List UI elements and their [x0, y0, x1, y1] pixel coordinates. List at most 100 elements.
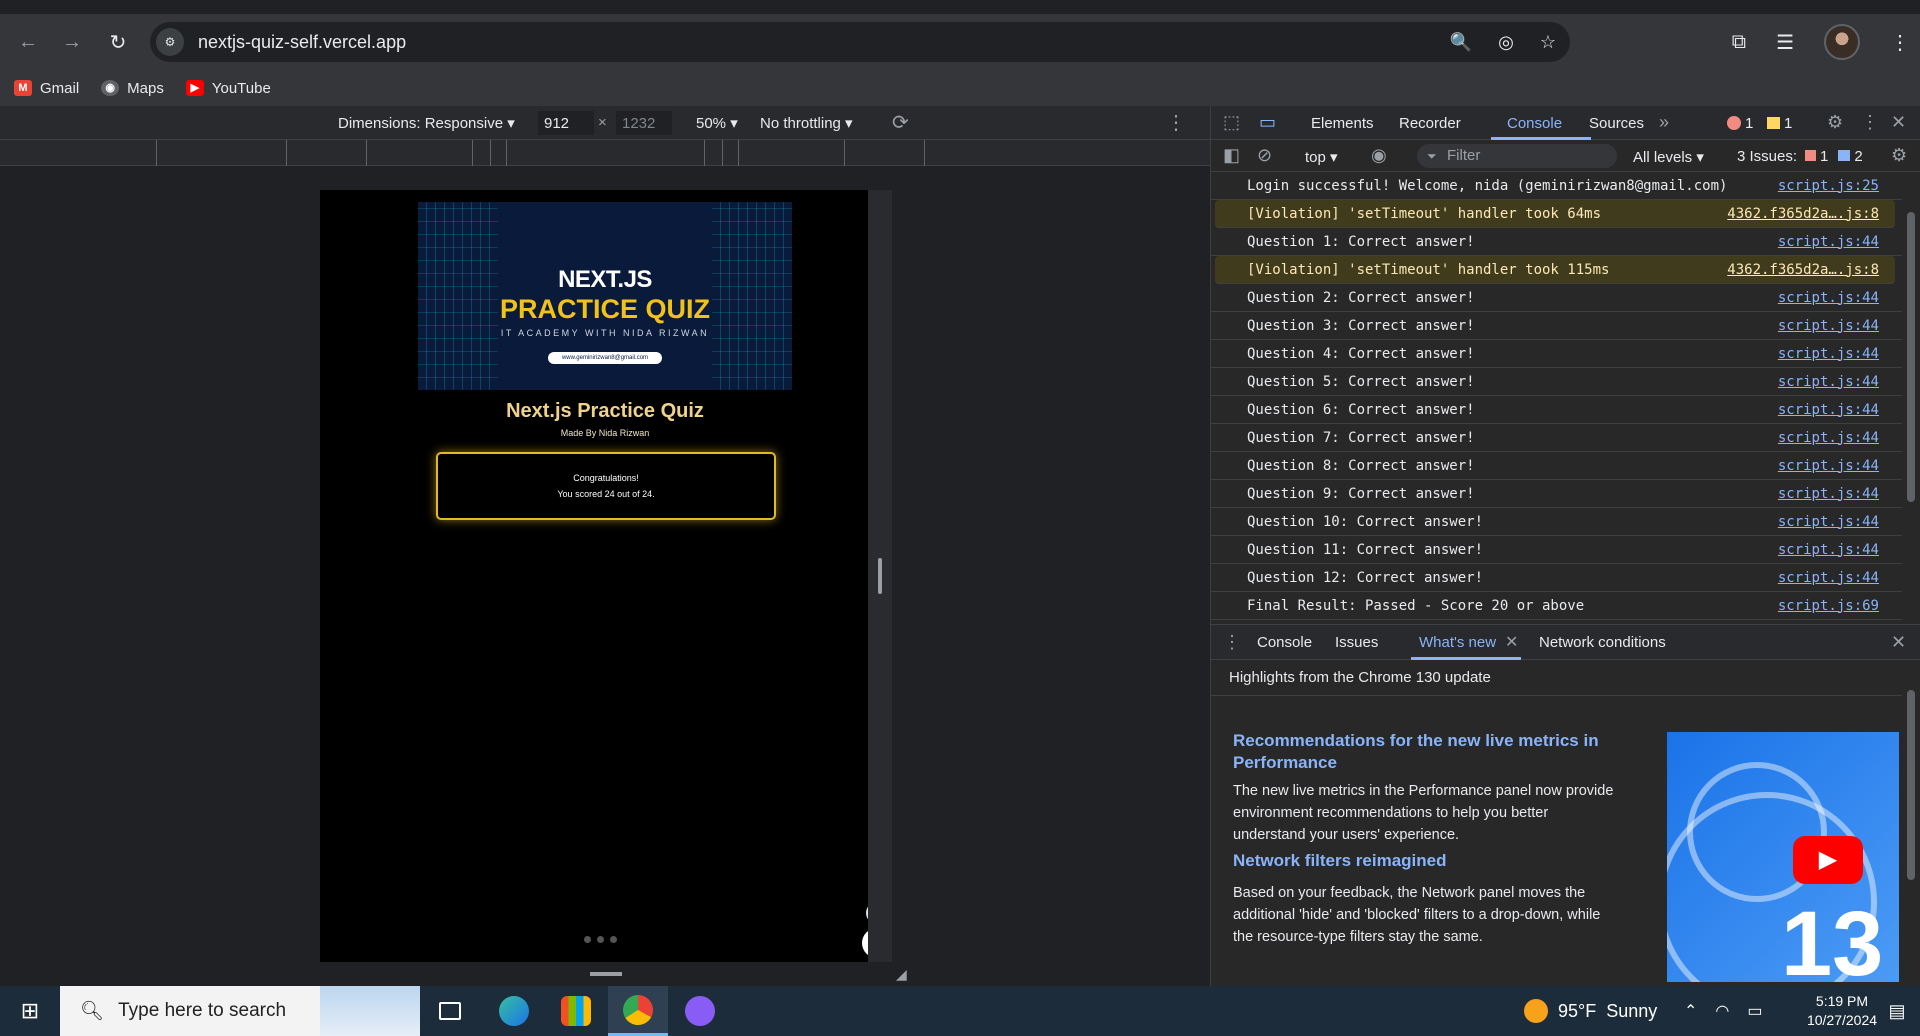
- console-log-row: Question 2: Correct answer! script.js:44: [1211, 284, 1903, 312]
- error-counter[interactable]: 1: [1727, 115, 1753, 132]
- bookmark-star-icon[interactable]: ☆: [1540, 32, 1556, 53]
- dot-icon[interactable]: [584, 936, 591, 943]
- log-source-link[interactable]: script.js:44: [1778, 402, 1879, 418]
- url-text[interactable]: nextjs-quiz-self.vercel.app: [198, 32, 406, 53]
- weather-condition: Sunny: [1606, 1000, 1658, 1021]
- console-filter-input[interactable]: Filter: [1417, 144, 1617, 168]
- height-input[interactable]: [616, 111, 672, 135]
- tab-recorder[interactable]: Recorder: [1399, 115, 1461, 132]
- bookmark-maps[interactable]: ◉ Maps: [101, 80, 164, 97]
- log-source-link[interactable]: script.js:44: [1778, 542, 1879, 558]
- edge-icon[interactable]: [484, 986, 544, 1036]
- log-source-link[interactable]: script.js:44: [1778, 318, 1879, 334]
- log-source-link[interactable]: 4362.f365d2a….js:8: [1727, 262, 1879, 278]
- close-drawer-icon[interactable]: ✕: [1891, 632, 1906, 653]
- tab-elements[interactable]: Elements: [1311, 115, 1374, 132]
- clear-console-icon[interactable]: ⊘: [1257, 145, 1272, 166]
- more-options-icon[interactable]: ⋮: [1166, 110, 1186, 135]
- viewport-resize-handle[interactable]: [868, 190, 892, 962]
- chrome-icon[interactable]: [608, 986, 668, 1036]
- play-icon[interactable]: ▶: [1793, 836, 1863, 884]
- throttling-dropdown[interactable]: No throttling ▾: [760, 114, 853, 132]
- log-source-link[interactable]: script.js:44: [1778, 514, 1879, 530]
- feature-heading[interactable]: Network filters reimagined: [1233, 850, 1623, 872]
- close-tab-icon[interactable]: ✕: [1505, 632, 1518, 652]
- back-icon[interactable]: ←: [10, 24, 46, 60]
- chevron-up-icon[interactable]: ⌃: [1684, 1001, 1697, 1021]
- live-expression-eye-icon[interactable]: ◉: [1371, 145, 1387, 166]
- reading-list-icon[interactable]: ☰: [1776, 30, 1794, 55]
- log-source-link[interactable]: script.js:44: [1778, 458, 1879, 474]
- forward-icon[interactable]: →: [54, 24, 90, 60]
- bookmark-youtube[interactable]: ▶ YouTube: [185, 80, 271, 97]
- console-scrollbar[interactable]: [1902, 172, 1920, 624]
- log-message: Question 4: Correct answer!: [1247, 345, 1475, 362]
- tab-console[interactable]: Console: [1507, 115, 1562, 132]
- drawer-tab-network-conditions[interactable]: Network conditions: [1539, 634, 1666, 651]
- console-log-row: Question 3: Correct answer! script.js:44: [1211, 312, 1903, 340]
- whats-new-header: Highlights from the Chrome 130 update: [1211, 660, 1920, 696]
- site-info-icon[interactable]: ⚙: [156, 28, 184, 56]
- video-thumbnail[interactable]: ▶ 13: [1667, 732, 1899, 982]
- close-icon[interactable]: ✕: [1891, 112, 1906, 133]
- log-source-link[interactable]: script.js:44: [1778, 430, 1879, 446]
- console-settings-icon[interactable]: ⚙: [1891, 145, 1907, 166]
- log-source-link[interactable]: script.js:44: [1778, 346, 1879, 362]
- windows-start-icon[interactable]: ⊞: [0, 986, 60, 1036]
- notifications-icon[interactable]: ▤: [1874, 986, 1920, 1036]
- drawer-tab-console[interactable]: Console: [1257, 634, 1312, 651]
- media-query-ruler[interactable]: [0, 140, 1210, 166]
- log-levels-dropdown[interactable]: All levels ▾: [1633, 148, 1704, 166]
- eye-hidden-icon[interactable]: ◎: [1498, 32, 1514, 53]
- warning-counter[interactable]: 1: [1767, 115, 1792, 132]
- address-bar[interactable]: ⚙ nextjs-quiz-self.vercel.app 🔍 ◎ ☆: [150, 22, 1570, 62]
- feature-description: Based on your feedback, the Network pane…: [1233, 885, 1601, 945]
- settings-gear-icon[interactable]: ⚙: [1827, 112, 1843, 133]
- log-source-link[interactable]: 4362.f365d2a….js:8: [1727, 206, 1879, 222]
- zoom-dropdown[interactable]: 50% ▾: [696, 114, 738, 132]
- store-icon[interactable]: [546, 986, 606, 1036]
- github-desktop-icon[interactable]: [670, 986, 730, 1036]
- battery-icon[interactable]: ▭: [1747, 1001, 1762, 1021]
- inspect-element-icon[interactable]: ⬚: [1223, 112, 1240, 133]
- log-source-link[interactable]: script.js:44: [1778, 234, 1879, 250]
- wifi-icon[interactable]: ◠: [1715, 1001, 1729, 1021]
- dot-icon[interactable]: [597, 936, 604, 943]
- profile-avatar[interactable]: [1824, 24, 1860, 60]
- corner-resize-handle[interactable]: ◢: [896, 966, 907, 983]
- dot-icon[interactable]: [610, 936, 617, 943]
- log-message: Question 2: Correct answer!: [1247, 289, 1475, 306]
- more-menu-icon[interactable]: ⋮: [1890, 30, 1910, 55]
- log-source-link[interactable]: script.js:44: [1778, 290, 1879, 306]
- bottom-resize-handle[interactable]: [590, 972, 622, 976]
- log-message: Question 11: Correct answer!: [1247, 541, 1484, 558]
- log-source-link[interactable]: script.js:25: [1778, 178, 1879, 194]
- device-toggle-icon[interactable]: ▭: [1259, 112, 1276, 133]
- search-icon: 🔍︎: [80, 1001, 105, 1022]
- log-source-link[interactable]: script.js:44: [1778, 374, 1879, 390]
- issues-counter[interactable]: 3 Issues: 1 2: [1737, 148, 1863, 165]
- weather-widget[interactable]: 95°F Sunny: [1524, 986, 1657, 1036]
- drawer-tab-issues[interactable]: Issues: [1335, 634, 1378, 651]
- reload-icon[interactable]: ↻: [100, 24, 136, 60]
- dimensions-dropdown[interactable]: Dimensions: Responsive ▾: [338, 114, 515, 132]
- drawer-tab-whats-new[interactable]: What's new: [1419, 634, 1496, 651]
- width-input[interactable]: [538, 111, 594, 135]
- log-source-link[interactable]: script.js:44: [1778, 570, 1879, 586]
- devtools-menu-icon[interactable]: ⋮: [1861, 112, 1879, 133]
- bookmark-gmail[interactable]: M Gmail: [14, 80, 79, 97]
- taskbar-search[interactable]: 🔍︎ Type here to search: [60, 986, 420, 1036]
- log-source-link[interactable]: script.js:44: [1778, 486, 1879, 502]
- tab-sources[interactable]: Sources: [1589, 115, 1644, 132]
- whats-new-scrollbar[interactable]: [1902, 660, 1920, 986]
- feature-heading[interactable]: Recommendations for the new live metrics…: [1233, 730, 1623, 774]
- log-source-link[interactable]: script.js:69: [1778, 598, 1879, 614]
- extensions-icon[interactable]: ⧉: [1732, 31, 1746, 54]
- task-view-icon[interactable]: [420, 986, 480, 1036]
- zoom-icon[interactable]: 🔍: [1450, 32, 1472, 53]
- rotate-icon[interactable]: ⟳: [892, 110, 909, 135]
- context-dropdown[interactable]: top ▾: [1305, 148, 1338, 166]
- drawer-menu-icon[interactable]: ⋮: [1223, 632, 1241, 653]
- sidebar-toggle-icon[interactable]: ◧: [1223, 145, 1240, 166]
- more-tabs-icon[interactable]: »: [1659, 112, 1669, 133]
